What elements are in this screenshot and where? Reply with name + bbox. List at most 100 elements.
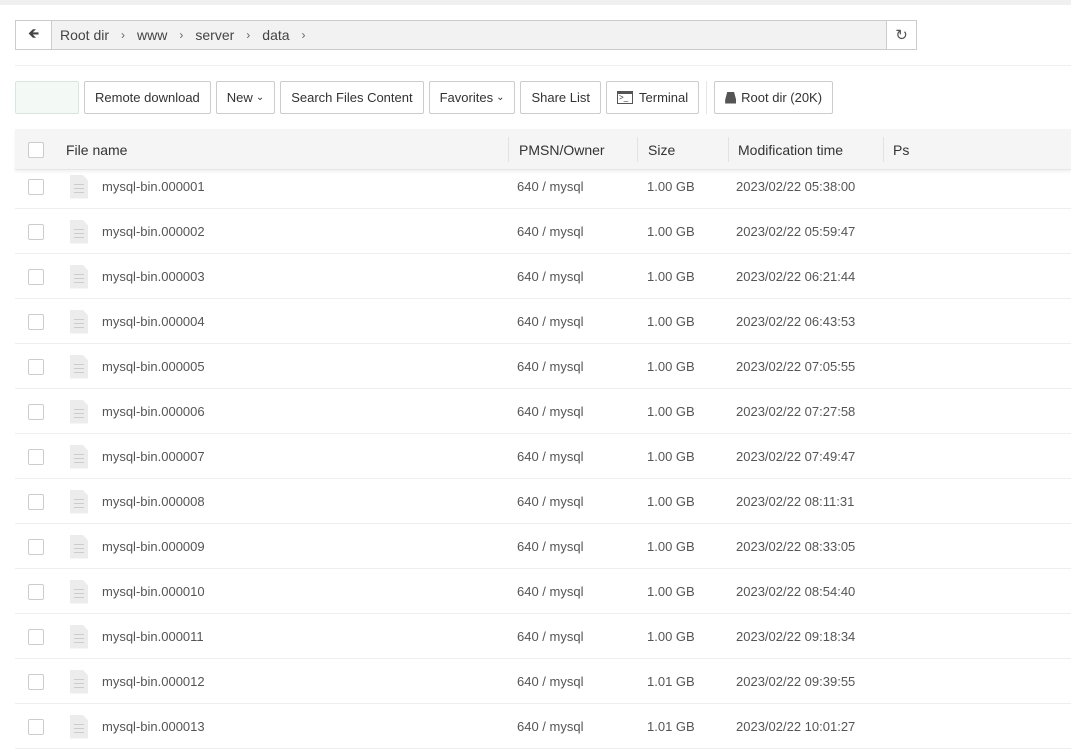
table-row[interactable]: mysql-bin.000012 640 / mysql 1.01 GB 202… <box>15 659 1071 704</box>
file-size: 1.00 GB <box>647 224 695 239</box>
table-row[interactable]: mysql-bin.000011 640 / mysql 1.00 GB 202… <box>15 614 1071 659</box>
file-size: 1.01 GB <box>647 719 695 734</box>
file-name[interactable]: mysql-bin.000006 <box>102 389 205 434</box>
file-permission[interactable]: 640 / mysql <box>517 704 583 749</box>
file-name[interactable]: mysql-bin.000001 <box>102 164 205 209</box>
breadcrumb-item[interactable]: server <box>195 27 234 43</box>
column-divider <box>508 137 509 162</box>
file-rows: mysql-bin.000001 640 / mysql 1.00 GB 202… <box>15 164 1071 749</box>
file-icon <box>70 489 88 514</box>
table-row[interactable]: mysql-bin.000010 640 / mysql 1.00 GB 202… <box>15 569 1071 614</box>
file-name[interactable]: mysql-bin.000009 <box>102 524 205 569</box>
file-permission[interactable]: 640 / mysql <box>517 254 583 299</box>
root-dir-size-button[interactable]: Root dir (20K) <box>714 81 834 114</box>
file-name[interactable]: mysql-bin.000012 <box>102 659 205 704</box>
header-permission[interactable]: PMSN/Owner <box>519 129 605 170</box>
file-name[interactable]: mysql-bin.000002 <box>102 209 205 254</box>
file-name[interactable]: mysql-bin.000011 <box>102 614 204 659</box>
file-name[interactable]: mysql-bin.000003 <box>102 254 205 299</box>
header-ps[interactable]: Ps <box>893 129 909 170</box>
file-mtime: 2023/02/22 08:33:05 <box>736 539 856 554</box>
file-name[interactable]: mysql-bin.000007 <box>102 434 205 479</box>
table-row[interactable]: mysql-bin.000013 640 / mysql 1.01 GB 202… <box>15 704 1071 749</box>
table-header: File name PMSN/Owner Size Modification t… <box>15 129 1071 170</box>
file-mtime: 2023/02/22 07:27:58 <box>736 404 856 419</box>
row-checkbox[interactable] <box>28 178 44 195</box>
file-name[interactable]: mysql-bin.000004 <box>102 299 205 344</box>
remote-download-button[interactable]: Remote download <box>84 81 211 114</box>
file-name[interactable]: mysql-bin.000008 <box>102 479 205 524</box>
file-icon <box>70 354 88 379</box>
file-size: 1.00 GB <box>647 494 695 509</box>
row-checkbox[interactable] <box>28 583 44 600</box>
file-permission[interactable]: 640 / mysql <box>517 524 583 569</box>
breadcrumb-item[interactable]: Root dir <box>60 27 109 43</box>
header-modification-time[interactable]: Modification time <box>738 129 843 170</box>
new-button[interactable]: New ⌄ <box>215 81 276 114</box>
terminal-icon: >_ <box>617 91 634 104</box>
row-checkbox[interactable] <box>28 538 44 555</box>
file-icon <box>70 579 88 604</box>
header-file-name[interactable]: File name <box>66 129 127 170</box>
table-row[interactable]: mysql-bin.000009 640 / mysql 1.00 GB 202… <box>15 524 1071 569</box>
row-checkbox[interactable] <box>28 628 44 645</box>
file-permission[interactable]: 640 / mysql <box>517 479 583 524</box>
refresh-button[interactable]: ↻ <box>886 21 916 49</box>
row-checkbox[interactable] <box>28 358 44 375</box>
row-checkbox[interactable] <box>28 268 44 285</box>
column-divider <box>637 137 638 162</box>
file-permission[interactable]: 640 / mysql <box>517 209 583 254</box>
file-permission[interactable]: 640 / mysql <box>517 569 583 614</box>
table-row[interactable]: mysql-bin.000002 640 / mysql 1.00 GB 202… <box>15 209 1071 254</box>
file-permission[interactable]: 640 / mysql <box>517 164 583 209</box>
favorites-label: Favorites <box>439 90 494 105</box>
row-checkbox[interactable] <box>28 223 44 240</box>
column-divider <box>883 137 884 162</box>
breadcrumb-item[interactable]: www <box>137 27 167 43</box>
file-icon <box>70 219 88 244</box>
table-row[interactable]: mysql-bin.000003 640 / mysql 1.00 GB 202… <box>15 254 1071 299</box>
search-files-content-button[interactable]: Search Files Content <box>280 81 424 114</box>
chevron-right-icon: › <box>179 28 184 42</box>
table-row[interactable]: mysql-bin.000007 640 / mysql 1.00 GB 202… <box>15 434 1071 479</box>
file-permission[interactable]: 640 / mysql <box>517 344 583 389</box>
table-row[interactable]: mysql-bin.000001 640 / mysql 1.00 GB 202… <box>15 164 1071 209</box>
favorites-button[interactable]: Favorites ⌄ <box>428 81 516 114</box>
root-dir-size-label: Root dir (20K) <box>741 90 823 105</box>
file-mtime: 2023/02/22 10:01:27 <box>736 719 856 734</box>
file-mtime: 2023/02/22 05:38:00 <box>736 179 856 194</box>
arrow-left-icon: 🡸 <box>27 25 40 41</box>
table-row[interactable]: mysql-bin.000005 640 / mysql 1.00 GB 202… <box>15 344 1071 389</box>
table-row[interactable]: mysql-bin.000006 640 / mysql 1.00 GB 202… <box>15 389 1071 434</box>
back-button[interactable]: 🡸 <box>16 21 52 49</box>
refresh-icon: ↻ <box>895 27 908 44</box>
row-checkbox[interactable] <box>28 313 44 330</box>
file-mtime: 2023/02/22 06:21:44 <box>736 269 856 284</box>
breadcrumb-item[interactable]: data <box>262 27 289 43</box>
file-name[interactable]: mysql-bin.000005 <box>102 344 205 389</box>
file-icon <box>70 534 88 559</box>
file-mtime: 2023/02/22 06:43:53 <box>736 314 856 329</box>
path-bar: 🡸 Root dir › www › server › data › ↻ <box>15 20 917 50</box>
file-permission[interactable]: 640 / mysql <box>517 389 583 434</box>
table-row[interactable]: mysql-bin.000008 640 / mysql 1.00 GB 202… <box>15 479 1071 524</box>
file-size: 1.00 GB <box>647 539 695 554</box>
file-name[interactable]: mysql-bin.000010 <box>102 569 205 614</box>
share-list-button[interactable]: Share List <box>520 81 602 114</box>
terminal-button[interactable]: >_ Terminal <box>606 81 700 114</box>
row-checkbox[interactable] <box>28 448 44 465</box>
file-permission[interactable]: 640 / mysql <box>517 614 583 659</box>
upload-button[interactable]: Upload <box>15 81 79 114</box>
file-permission[interactable]: 640 / mysql <box>517 659 583 704</box>
file-permission[interactable]: 640 / mysql <box>517 434 583 479</box>
header-size[interactable]: Size <box>648 129 675 170</box>
file-icon <box>70 174 88 199</box>
row-checkbox[interactable] <box>28 403 44 420</box>
file-name[interactable]: mysql-bin.000013 <box>102 704 205 749</box>
row-checkbox[interactable] <box>28 493 44 510</box>
table-row[interactable]: mysql-bin.000004 640 / mysql 1.00 GB 202… <box>15 299 1071 344</box>
select-all-checkbox[interactable] <box>28 141 44 158</box>
row-checkbox[interactable] <box>28 718 44 735</box>
file-permission[interactable]: 640 / mysql <box>517 299 583 344</box>
row-checkbox[interactable] <box>28 673 44 690</box>
